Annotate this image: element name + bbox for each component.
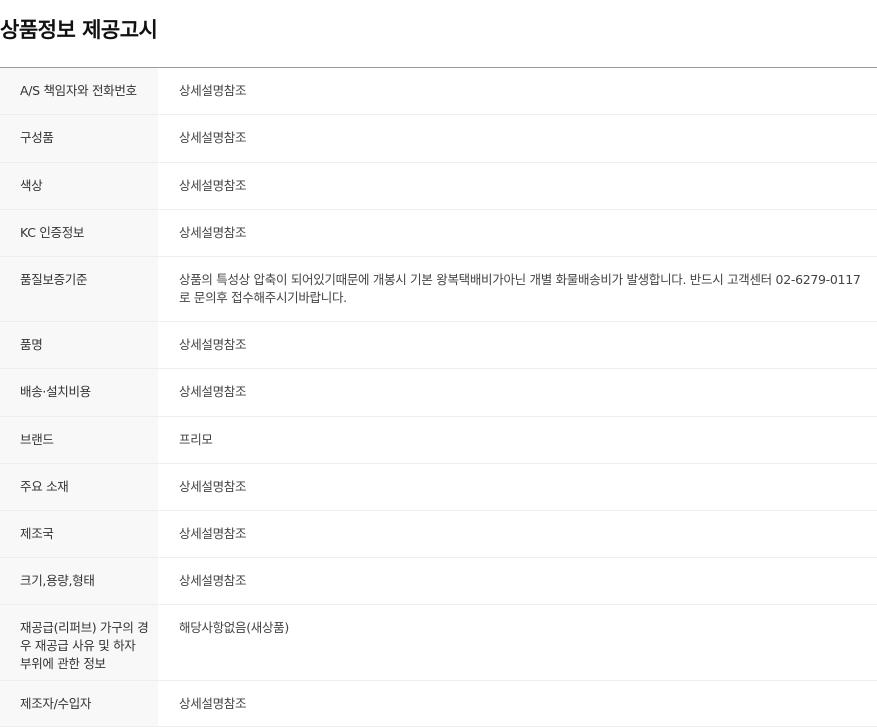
row-value-main-material: 상세설명참조 (179, 479, 247, 494)
table-row: 품명 상세설명참조 (0, 322, 877, 369)
row-value-size-capacity-shape: 상세설명참조 (179, 573, 247, 588)
row-value-quality-warranty: 상품의 특성상 압축이 되어있기때문에 개봉시 기본 왕복택배비가아닌 개별 화… (179, 272, 861, 305)
row-value-color: 상세설명참조 (179, 178, 247, 193)
row-value-refurbished-info: 해당사항없음(새상품) (179, 620, 289, 635)
row-value-brand: 프리모 (179, 432, 213, 447)
row-value-components: 상세설명참조 (179, 130, 247, 145)
page-title: 상품정보 제공고시 (0, 18, 158, 42)
row-value-country-of-manufacture: 상세설명참조 (179, 526, 247, 541)
row-label-country-of-manufacture: 제조국 (0, 511, 158, 557)
table-row: 제조자/수입자 상세설명참조 (0, 681, 877, 727)
table-row: 제조국 상세설명참조 (0, 511, 877, 558)
row-label-brand: 브랜드 (0, 417, 158, 463)
row-label-components: 구성품 (0, 115, 158, 162)
table-row: 배송·설치비용 상세설명참조 (0, 369, 877, 417)
row-label-size-capacity-shape: 크기,용량,형태 (0, 558, 158, 604)
row-label-delivery-install-cost: 배송·설치비용 (0, 369, 158, 416)
table-row: 브랜드 프리모 (0, 417, 877, 464)
row-label-color: 색상 (0, 163, 158, 209)
table-row: 색상 상세설명참조 (0, 163, 877, 210)
row-label-kc-certification: KC 인증정보 (0, 210, 158, 256)
row-value-as-contact: 상세설명참조 (179, 83, 247, 98)
row-value-product-name: 상세설명참조 (179, 337, 247, 352)
row-value-delivery-install-cost: 상세설명참조 (179, 384, 247, 399)
row-label-main-material: 주요 소재 (0, 464, 158, 510)
product-info-notice-page: 상품정보 제공고시 A/S 책임자와 전화번호 상세설명참조 구성품 상세설명참… (0, 0, 877, 727)
table-row: 구성품 상세설명참조 (0, 115, 877, 163)
table-row: 주요 소재 상세설명참조 (0, 464, 877, 511)
row-label-quality-warranty: 품질보증기준 (0, 257, 158, 321)
table-row: 재공급(리퍼브) 가구의 경우 재공급 사유 및 하자 부위에 관한 정보 해당… (0, 605, 877, 681)
row-label-product-name: 품명 (0, 322, 158, 368)
table-row: 크기,용량,형태 상세설명참조 (0, 558, 877, 605)
table-row: A/S 책임자와 전화번호 상세설명참조 (0, 68, 877, 115)
product-info-table: A/S 책임자와 전화번호 상세설명참조 구성품 상세설명참조 색상 상세설명참… (0, 67, 877, 727)
row-value-manufacturer-importer: 상세설명참조 (179, 696, 247, 711)
table-row: KC 인증정보 상세설명참조 (0, 210, 877, 257)
row-label-refurbished-info: 재공급(리퍼브) 가구의 경우 재공급 사유 및 하자 부위에 관한 정보 (0, 605, 158, 680)
table-row: 품질보증기준 상품의 특성상 압축이 되어있기때문에 개봉시 기본 왕복택배비가… (0, 257, 877, 322)
row-value-kc-certification: 상세설명참조 (179, 225, 247, 240)
row-label-as-contact: A/S 책임자와 전화번호 (0, 68, 158, 114)
row-label-manufacturer-importer: 제조자/수입자 (0, 681, 158, 726)
